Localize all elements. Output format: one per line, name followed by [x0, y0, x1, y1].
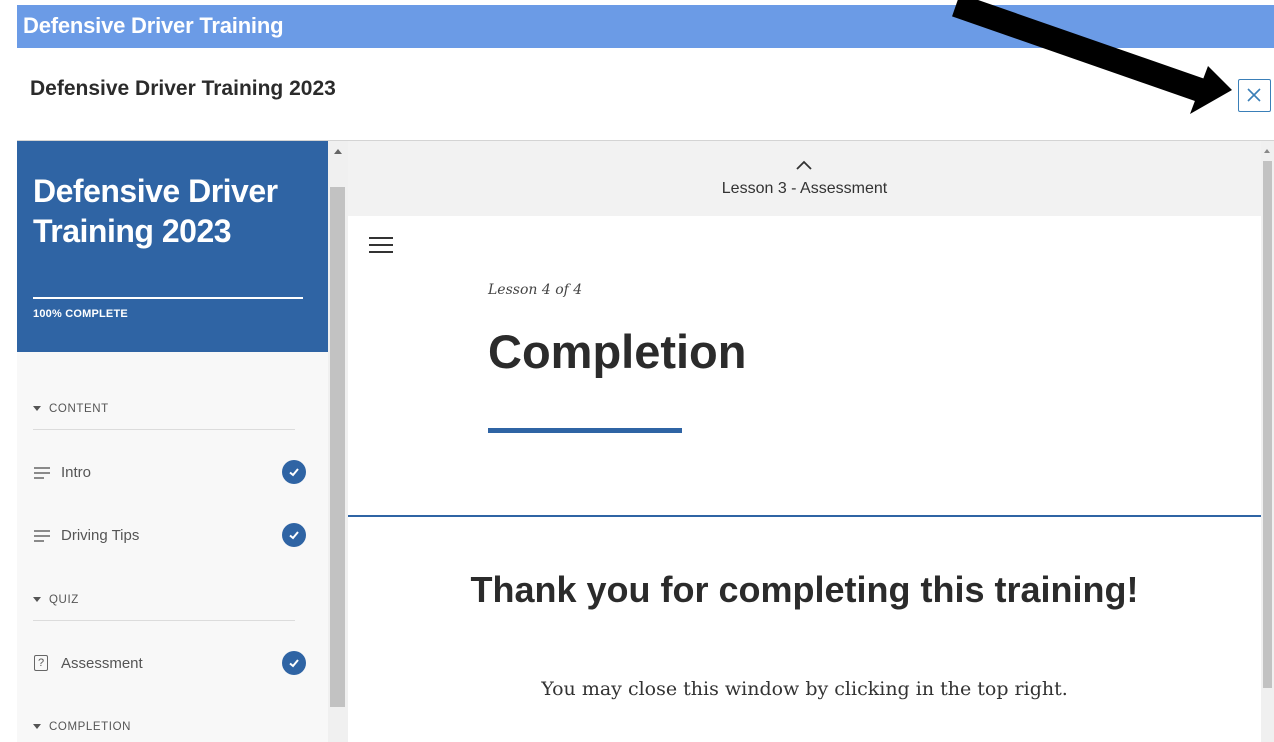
lesson-content: Lesson 3 - Assessment Lesson 4 of 4 Comp… [348, 141, 1261, 742]
scrollbar-thumb[interactable] [1263, 161, 1272, 688]
thanks-heading-text: Thank you for completing this training! [470, 569, 1139, 610]
sidebar-scrollbar[interactable] [328, 141, 348, 742]
lines-icon [34, 530, 50, 542]
lesson-counter: Lesson 4 of 4 [488, 282, 583, 298]
section-content[interactable]: CONTENT [33, 403, 109, 415]
scroll-up-icon[interactable] [1264, 149, 1270, 153]
previous-lesson-label: Lesson 3 - Assessment [721, 180, 888, 197]
content-divider [348, 515, 1261, 517]
course-sidebar: Defensive Driver Training 2023 100% COMP… [17, 141, 328, 742]
checkmark-icon [282, 651, 306, 675]
caret-down-icon [33, 406, 41, 411]
modal-title: Defensive Driver Training 2023 [30, 77, 336, 100]
thanks-heading: Thank you for completing this training! [348, 565, 1261, 615]
caret-down-icon [33, 597, 41, 602]
section-label: COMPLETION [49, 721, 132, 733]
section-label: QUIZ [49, 594, 79, 606]
chevron-up-icon [796, 160, 812, 170]
lines-icon [34, 467, 50, 479]
scrollbar-thumb[interactable] [330, 187, 345, 707]
sidebar-item-intro[interactable]: Intro [33, 458, 309, 488]
sidebar-item-label: Driving Tips [61, 527, 140, 544]
section-divider [33, 620, 295, 621]
previous-lesson-link[interactable]: Lesson 3 - Assessment [348, 141, 1261, 216]
caret-down-icon [33, 724, 41, 729]
close-icon [1247, 88, 1261, 102]
scroll-up-icon[interactable] [334, 149, 342, 154]
menu-icon[interactable] [368, 235, 394, 255]
progress-bar-fill [33, 297, 303, 299]
app-header-bar: Defensive Driver Training [17, 5, 1274, 48]
checkmark-icon [282, 460, 306, 484]
progress-bar [33, 297, 303, 299]
close-button[interactable] [1238, 79, 1271, 112]
sidebar-item-driving-tips[interactable]: Driving Tips [33, 521, 309, 551]
question-box-icon: ? [34, 655, 48, 671]
sidebar-item-assessment[interactable]: ? Assessment [33, 649, 309, 679]
section-quiz[interactable]: QUIZ [33, 594, 79, 606]
section-completion[interactable]: COMPLETION [33, 721, 131, 733]
title-underline [488, 428, 682, 433]
checkmark-icon [282, 523, 306, 547]
app-header: Defensive Driver Training [0, 0, 1274, 48]
section-divider [33, 429, 295, 430]
sidebar-item-label: Assessment [61, 655, 143, 672]
app-title: Defensive Driver Training [23, 13, 284, 38]
thanks-text: You may close this window by clicking in… [541, 678, 1068, 700]
lesson-title: Completion [488, 325, 747, 378]
course-title: Defensive Driver Training 2023 [33, 173, 278, 249]
content-scrollbar[interactable] [1261, 141, 1274, 742]
section-label: CONTENT [49, 403, 109, 415]
progress-label: 100% COMPLETE [33, 308, 128, 320]
sidebar-item-label: Intro [61, 464, 92, 481]
sidebar-header: Defensive Driver Training 2023 100% COMP… [17, 141, 328, 352]
